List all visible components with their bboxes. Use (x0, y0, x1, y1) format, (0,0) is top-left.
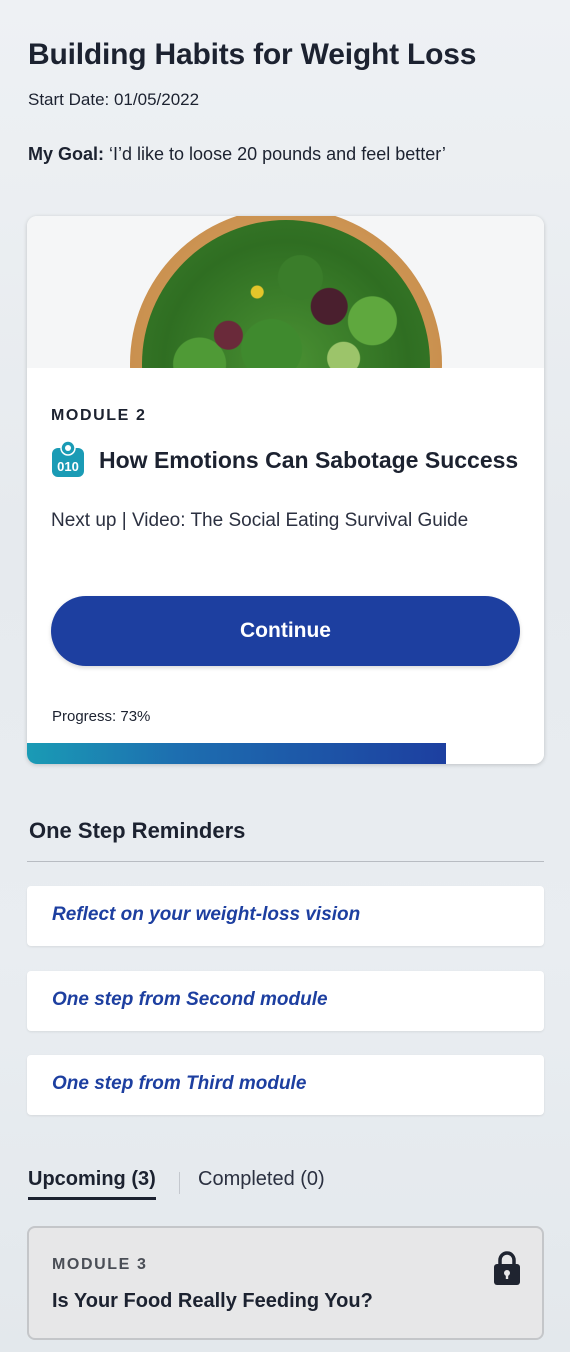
tab-upcoming[interactable]: Upcoming (3) (28, 1168, 156, 1200)
reminder-item[interactable]: One step from Third module (27, 1055, 544, 1115)
locked-module-card: MODULE 3 Is Your Food Really Feeding You… (27, 1226, 544, 1340)
divider (27, 861, 544, 862)
goal-text: ‘I’d like to loose 20 pounds and feel be… (104, 144, 446, 164)
progress-text: Progress: 73% (52, 708, 151, 725)
start-date: Start Date: 01/05/2022 (28, 90, 200, 109)
program-page: Building Habits for Weight Loss Start Da… (0, 0, 570, 1352)
scale-icon: 010 (52, 440, 84, 477)
module-number: MODULE 3 (52, 1256, 148, 1273)
current-module-card: MODULE 2 010 How Emotions Can Sabotage S… (27, 216, 544, 764)
lock-icon (494, 1251, 520, 1285)
reminder-item[interactable]: One step from Second module (27, 971, 544, 1031)
reminders-heading: One Step Reminders (29, 818, 246, 843)
salad-bowl-image (27, 216, 544, 368)
module-number: MODULE 2 (51, 407, 147, 424)
goal-label: My Goal: (28, 144, 105, 164)
next-up-text: Next up | Video: The Social Eating Survi… (51, 510, 469, 531)
module-title: Is Your Food Really Feeding You? (52, 1290, 373, 1312)
goal-statement: My Goal: ‘I’d like to loose 20 pounds an… (28, 144, 446, 165)
reminder-item[interactable]: Reflect on your weight-loss vision (27, 886, 544, 946)
page-title: Building Habits for Weight Loss (28, 38, 477, 71)
continue-button[interactable]: Continue (51, 596, 520, 666)
progress-bar (27, 743, 544, 764)
tab-separator (179, 1172, 180, 1194)
tab-completed[interactable]: Completed (0) (198, 1168, 325, 1191)
salad-shape (142, 220, 430, 368)
module-title: How Emotions Can Sabotage Success (99, 447, 519, 473)
progress-bar-fill (27, 743, 446, 764)
svg-text:010: 010 (57, 459, 79, 474)
